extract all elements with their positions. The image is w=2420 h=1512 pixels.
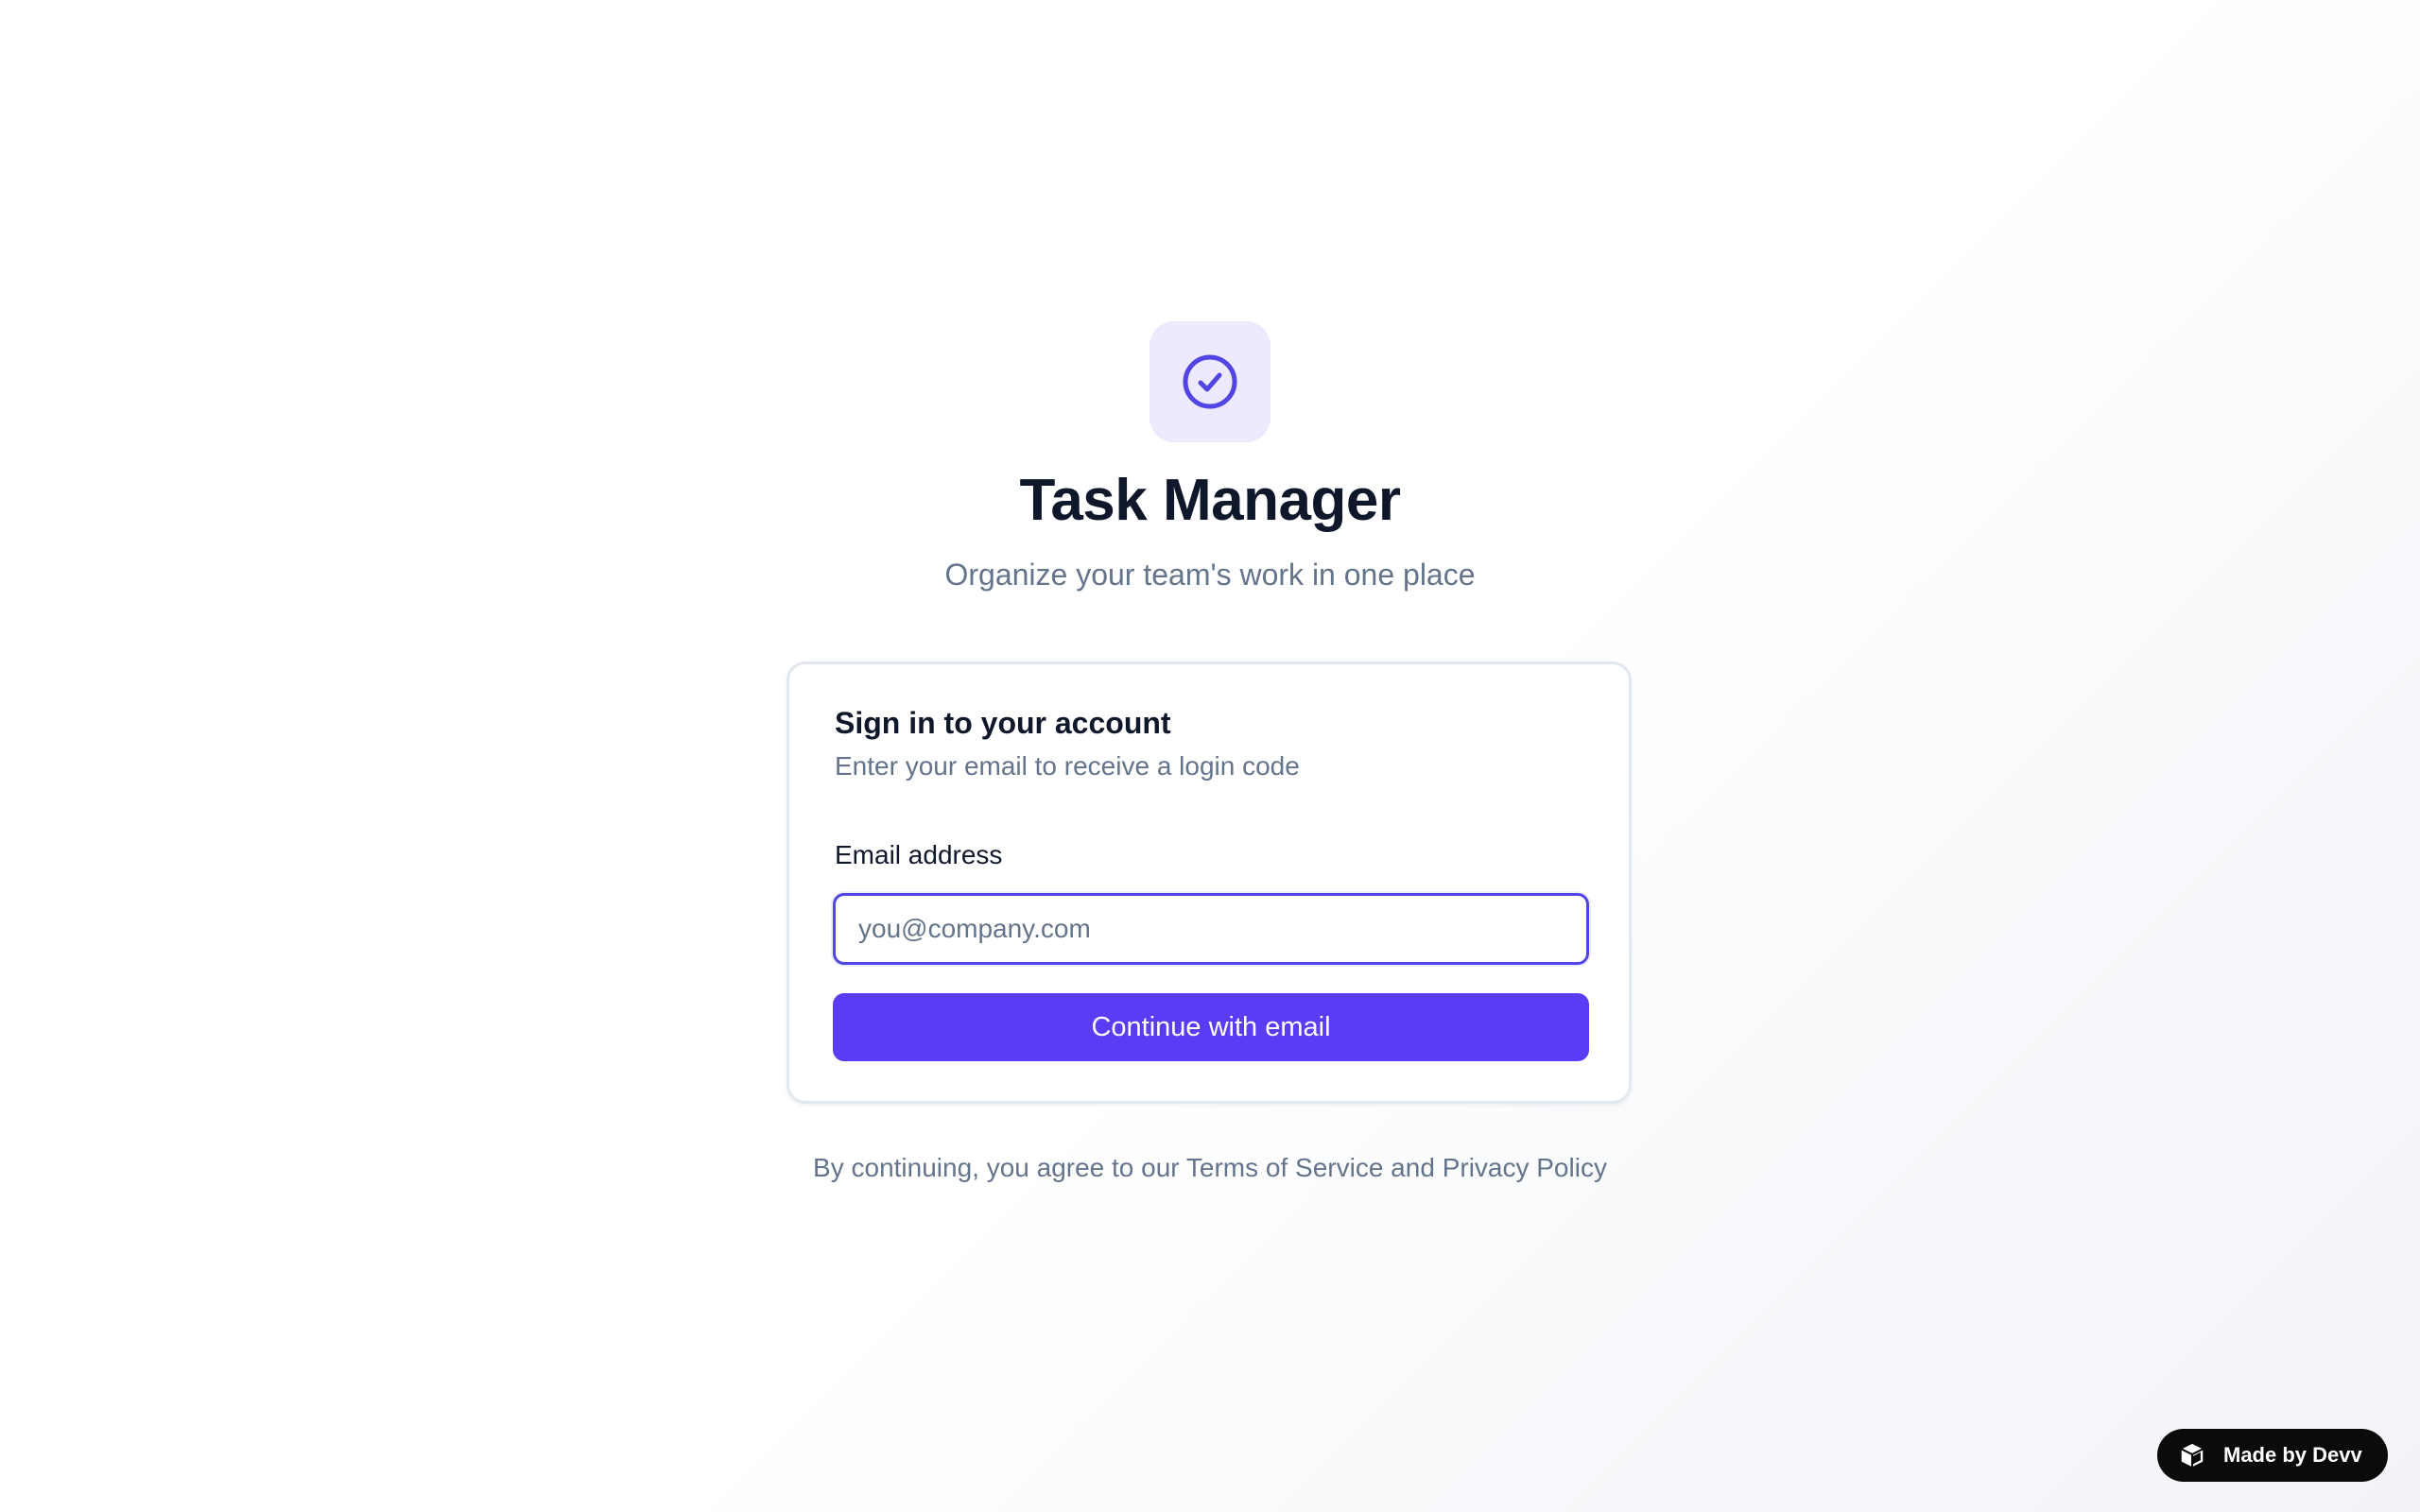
app-title: Task Manager — [1019, 468, 1401, 533]
signin-subtitle: Enter your email to receive a login code — [835, 751, 1300, 781]
continue-with-email-button[interactable]: Continue with email — [833, 993, 1589, 1061]
cube-icon — [2181, 1443, 2204, 1468]
legal-notice: By continuing, you agree to our Terms of… — [0, 1149, 2420, 1187]
legal-prefix: By continuing, you agree to our — [813, 1153, 1186, 1182]
check-circle-icon — [1183, 354, 1237, 409]
app-logo — [1150, 321, 1270, 442]
made-by-devv-badge[interactable]: Made by Devv — [2157, 1429, 2388, 1482]
email-input[interactable] — [833, 893, 1589, 965]
privacy-policy-link[interactable]: Privacy Policy — [1443, 1153, 1607, 1182]
badge-label: Made by Devv — [2223, 1443, 2362, 1467]
terms-of-service-link[interactable]: Terms of Service — [1186, 1153, 1384, 1182]
app-tagline: Organize your team's work in one place — [944, 558, 1476, 592]
signin-card: Sign in to your account Enter your email… — [786, 662, 1632, 1104]
legal-conjunction: and — [1383, 1153, 1443, 1182]
login-page: Task Manager Organize your team's work i… — [0, 0, 2420, 1512]
signin-title: Sign in to your account — [835, 706, 1171, 740]
email-label: Email address — [835, 840, 1003, 869]
